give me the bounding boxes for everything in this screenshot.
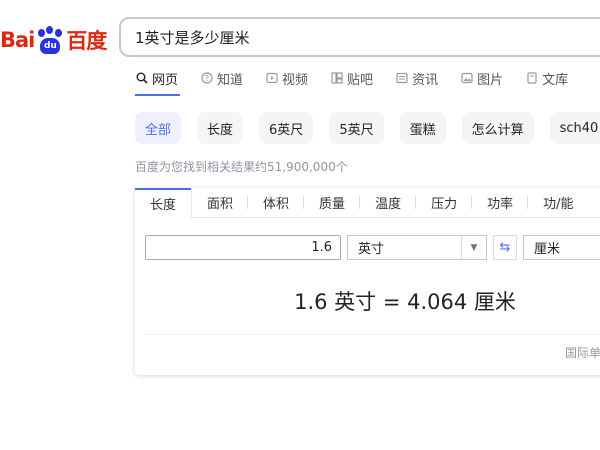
conversion-result: 1.6 英寸 = 4.064 厘米	[294, 290, 516, 314]
tab-label: 文库	[542, 72, 569, 88]
to-unit-select[interactable]: 厘米	[523, 235, 600, 260]
tab-label: 贴吧	[347, 72, 374, 88]
paw-icon: du	[35, 26, 65, 54]
logo-text-bai: Bai	[0, 28, 35, 52]
tab-label: 网页	[152, 72, 179, 88]
tab-wenku[interactable]: 文库	[525, 68, 568, 88]
to-unit-label: 厘米	[534, 242, 561, 257]
tab-news[interactable]: 资讯	[395, 68, 438, 88]
tab-length[interactable]: 长度	[135, 188, 193, 219]
tab-label: 体积	[263, 197, 290, 212]
tab-power[interactable]: 功率	[472, 188, 529, 217]
logo-text-du: du	[40, 38, 61, 54]
tieba-icon	[330, 72, 343, 85]
tab-label: 图片	[477, 72, 504, 88]
value-text: 1.6	[311, 240, 332, 255]
related-chips: 全部 长度 6英尺 5英尺 蛋糕 怎么计算 sch40	[135, 112, 600, 144]
from-unit-select[interactable]: 英寸 ▼	[347, 235, 487, 260]
chip-6ft[interactable]: 6英尺	[259, 112, 314, 144]
chip-cake[interactable]: 蛋糕	[399, 112, 446, 144]
search-input[interactable]: 1英寸是多少厘米	[119, 17, 600, 57]
search-tabs: 网页 ? 知道 视频 贴吧 资讯 图片 文库	[135, 68, 590, 88]
chip-length[interactable]: 长度	[197, 112, 244, 144]
search-query: 1英寸是多少厘米	[135, 28, 250, 47]
chevron-down-icon: ▼	[461, 236, 486, 259]
question-icon: ?	[200, 72, 213, 85]
converter-category-tabs: 长度 面积 体积 质量 温度 压力 功率 功/能	[135, 188, 600, 219]
tab-mass[interactable]: 质量	[304, 188, 361, 217]
chip-all[interactable]: 全部	[135, 112, 182, 144]
tab-area[interactable]: 面积	[192, 188, 249, 217]
standard-unit-link[interactable]: 国际单位	[565, 344, 600, 361]
chip-sch40[interactable]: sch40	[549, 112, 600, 144]
chip-5ft[interactable]: 5英尺	[329, 112, 384, 144]
tab-label: 压力	[431, 197, 458, 212]
result-count: 百度为您找到相关结果约51,900,000个	[135, 160, 348, 174]
tab-pressure[interactable]: 压力	[416, 188, 473, 217]
tab-label: 视频	[282, 72, 309, 88]
image-icon	[460, 72, 473, 85]
swap-icon: ⇆	[499, 240, 511, 255]
video-icon	[265, 72, 278, 85]
tab-images[interactable]: 图片	[460, 68, 503, 88]
value-input[interactable]: 1.6	[145, 235, 341, 260]
search-icon	[135, 72, 148, 85]
tab-label: 功/能	[543, 197, 574, 212]
active-tab-indicator	[135, 94, 180, 96]
baidu-logo[interactable]: Bai du 百度	[0, 25, 107, 55]
tab-tieba[interactable]: 贴吧	[330, 68, 373, 88]
logo-text-baidu: 百度	[66, 29, 107, 53]
tab-zhidao[interactable]: ? 知道	[200, 68, 243, 88]
tab-web[interactable]: 网页	[135, 68, 178, 88]
tab-volume[interactable]: 体积	[248, 188, 305, 217]
tab-label: 知道	[217, 72, 244, 88]
news-icon	[395, 72, 408, 85]
from-unit-label: 英寸	[358, 242, 385, 257]
svg-text:?: ?	[204, 74, 208, 83]
tab-label: 功率	[487, 197, 514, 212]
tab-label: 温度	[375, 197, 402, 212]
tab-work-energy[interactable]: 功/能	[528, 188, 588, 217]
tab-temperature[interactable]: 温度	[360, 188, 417, 217]
unit-converter-card: 长度 面积 体积 质量 温度 压力 功率 功/能 1.6 英寸 ▼ ⇆ 厘米 1…	[135, 188, 600, 375]
tab-label: 质量	[319, 197, 346, 212]
tab-label: 资讯	[412, 72, 439, 88]
tab-label: 面积	[207, 197, 234, 212]
chip-how-to-calc[interactable]: 怎么计算	[461, 112, 534, 144]
tab-video[interactable]: 视频	[265, 68, 308, 88]
swap-units-button[interactable]: ⇆	[493, 235, 517, 260]
divider	[145, 334, 600, 335]
doc-icon	[525, 72, 538, 85]
tab-label: 长度	[150, 197, 177, 213]
